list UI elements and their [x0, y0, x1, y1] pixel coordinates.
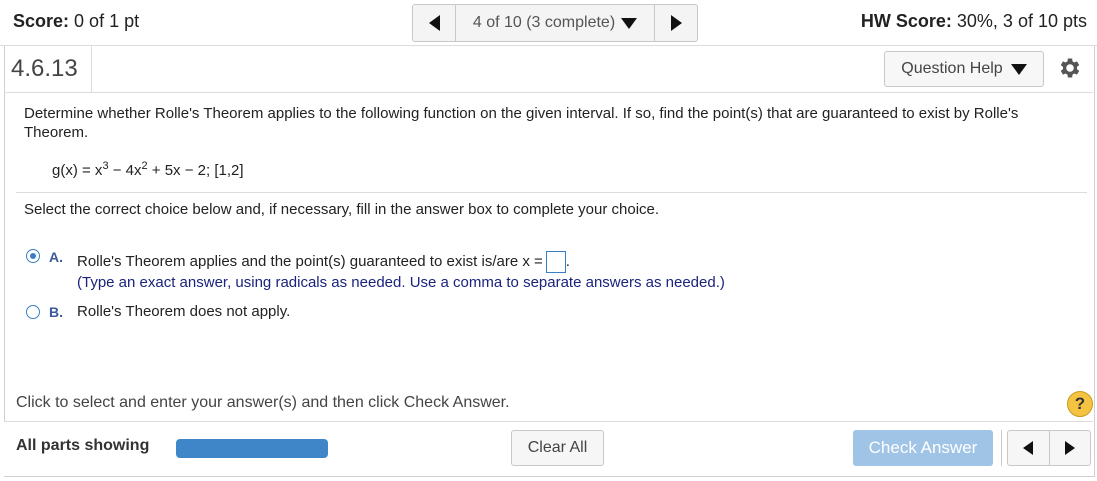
score: Score: 0 of 1 pt [13, 11, 139, 32]
next-part-button[interactable] [1050, 431, 1091, 465]
prev-arrow-icon [1023, 441, 1034, 455]
previous-question-button[interactable] [413, 5, 456, 41]
gear-icon[interactable] [1057, 55, 1083, 81]
choice-a-letter: A. [49, 249, 63, 265]
choice-a[interactable]: Rolle's Theorem applies and the point(s)… [77, 251, 570, 273]
score-label: Score: [13, 11, 70, 31]
next-question-button[interactable] [654, 5, 697, 41]
dropdown-caret-icon [621, 17, 638, 29]
progress-fill [176, 439, 328, 458]
question-header: 4.6.13 Question Help [4, 46, 1093, 93]
question-pager: 4 of 10 (3 complete) [412, 4, 698, 42]
divider [1001, 430, 1002, 466]
check-answer-button[interactable]: Check Answer [853, 430, 993, 466]
choice-instruction: Select the correct choice below and, if … [24, 201, 660, 218]
previous-part-button[interactable] [1008, 431, 1050, 465]
question-help-label: Question Help [901, 60, 1003, 77]
function-formula: g(x) = x3 − 4x2 + 5x − 2; [1,2] [52, 160, 244, 179]
pager-text: 4 of 10 (3 complete) [472, 14, 616, 31]
question-help-button[interactable]: Question Help [884, 51, 1044, 87]
question-prompt: Determine whether Rolle's Theorem applie… [24, 105, 1019, 141]
choice-b-letter: B. [49, 304, 63, 320]
choice-b-text: Rolle's Theorem does not apply. [77, 303, 291, 320]
clear-all-button[interactable]: Clear All [511, 430, 604, 466]
score-value: 0 of 1 pt [74, 11, 140, 31]
formula-part: − 4x [108, 162, 142, 179]
all-parts-label: All parts showing [16, 437, 150, 454]
hw-score-value: 30%, 3 of 10 pts [956, 11, 1087, 31]
part-navigation [1007, 430, 1091, 466]
choice-a-suffix: . [565, 252, 570, 270]
help-icon[interactable]: ? [1067, 391, 1093, 417]
answer-format-hint: (Type an exact answer, using radicals as… [77, 274, 725, 291]
check-answer-instructions: Click to select and enter your answer(s)… [16, 394, 510, 411]
divider [16, 192, 1087, 193]
question-number: 4.6.13 [4, 46, 92, 92]
choice-b-radio[interactable] [26, 305, 40, 319]
next-arrow-icon [670, 15, 682, 31]
choice-a-radio[interactable] [26, 249, 40, 263]
answer-input-box[interactable] [545, 251, 566, 273]
top-bar: Score: 0 of 1 pt 4 of 10 (3 complete) HW… [0, 0, 1097, 46]
prev-arrow-icon [428, 15, 440, 31]
choice-b[interactable]: Rolle's Theorem does not apply. [77, 303, 290, 320]
hw-score: HW Score: 30%, 3 of 10 pts [861, 11, 1087, 32]
choice-a-text: Rolle's Theorem applies and the point(s)… [77, 252, 543, 270]
footer-bar: All parts showing Clear All Check Answer [4, 421, 1093, 476]
dropdown-caret-icon [1010, 63, 1027, 75]
hw-score-label: HW Score: [860, 11, 952, 31]
question-selector-dropdown[interactable]: 4 of 10 (3 complete) [456, 5, 654, 41]
next-arrow-icon [1064, 441, 1075, 455]
formula-part: + 5x − 2; [1,2] [147, 162, 244, 179]
formula-part: g(x) = x [52, 162, 103, 179]
parts-progress-bar [176, 439, 328, 458]
